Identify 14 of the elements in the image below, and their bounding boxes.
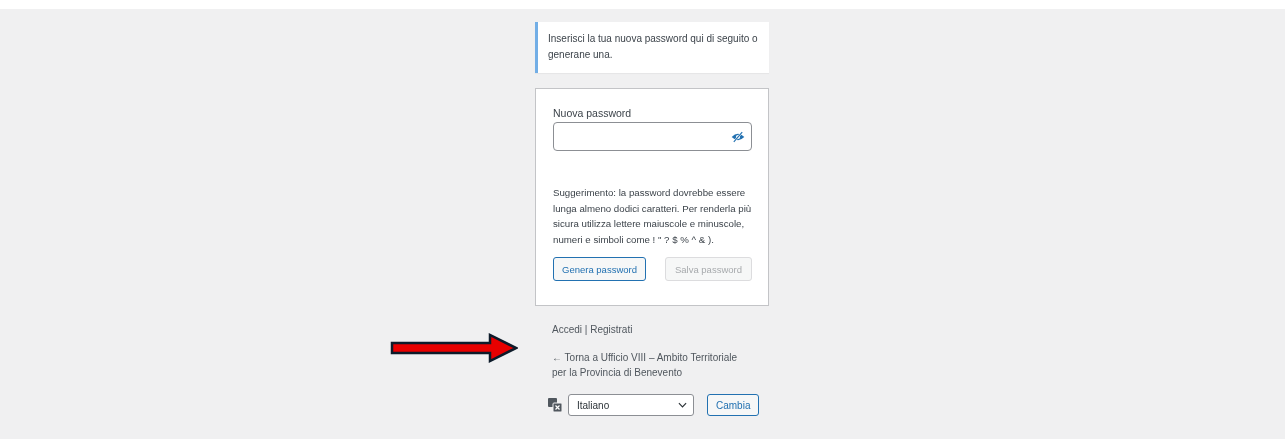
link-separator: | [584,324,588,335]
eye-slash-icon[interactable] [731,130,745,143]
language-select[interactable]: Italiano [568,394,694,416]
login-link[interactable]: Accedi [552,324,582,335]
field-label: Nuova password [553,107,633,119]
back-link[interactable]: ← Torna a Ufficio VIII – Ambito Territoriale per la Provincia di Benevento [552,350,752,380]
chevron-down-icon[interactable] [678,402,687,408]
password-hint: Suggerimento: la password dovrebbe essere lunga almeno dodici caratteri. Per renderla più sicura utilizza lettere maiuscole e minuscole, numeri e simboli come ! " ? $ % ^ & ). [553,186,752,247]
translation-icon [548,398,562,412]
generate-password-button[interactable]: Genera password [553,257,646,281]
register-link[interactable]: Registrati [590,324,633,335]
notice-text: Inserisci la tua nuova password qui di seguito o generane una. [548,32,759,62]
password-field[interactable] [553,122,752,151]
change-language-button[interactable]: Cambia [707,394,760,416]
